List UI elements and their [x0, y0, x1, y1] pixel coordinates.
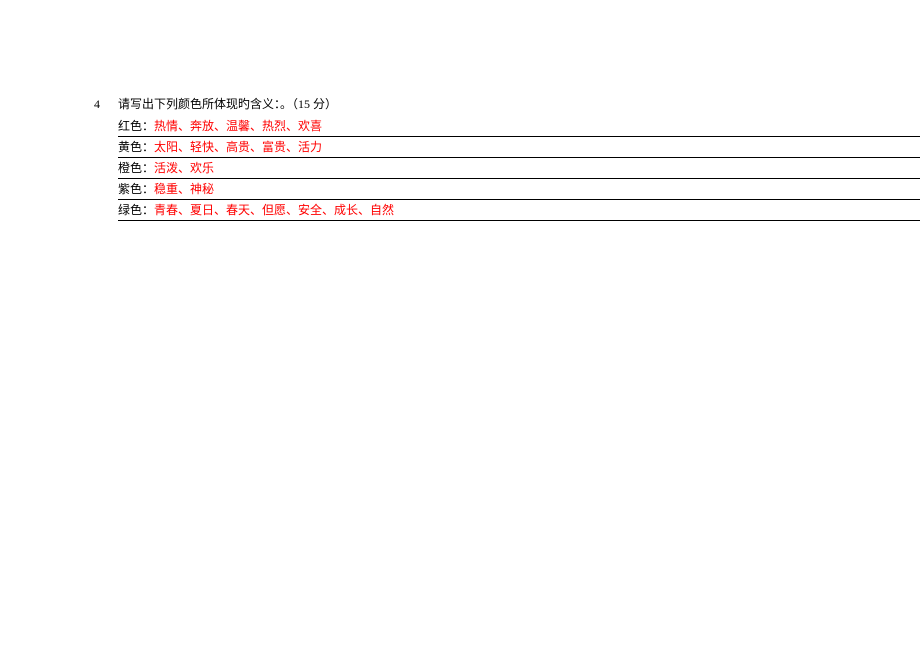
- question-block: 4 请写出下列颜色所体现旳含义：。（15 分） 红色：热情、奔放、温馨、热烈、欢…: [94, 94, 920, 221]
- color-label-yellow: 黄色：: [118, 140, 154, 154]
- answer-line-red: 红色：热情、奔放、温馨、热烈、欢喜: [118, 116, 920, 137]
- answer-text-orange: 活泼、欢乐: [154, 161, 214, 175]
- question-content: 请写出下列颜色所体现旳含义：。（15 分） 红色：热情、奔放、温馨、热烈、欢喜 …: [118, 94, 920, 221]
- color-label-orange: 橙色：: [118, 161, 154, 175]
- answer-line-orange: 橙色：活泼、欢乐: [118, 158, 920, 179]
- answer-line-purple: 紫色：稳重、神秘: [118, 179, 920, 200]
- color-label-green: 绿色：: [118, 203, 154, 217]
- answer-text-yellow: 太阳、轻快、高贵、富贵、活力: [154, 140, 322, 154]
- answer-text-green: 青春、夏日、春天、但愿、安全、成长、自然: [154, 203, 394, 217]
- answer-line-green: 绿色：青春、夏日、春天、但愿、安全、成长、自然: [118, 200, 920, 221]
- answer-text-purple: 稳重、神秘: [154, 182, 214, 196]
- color-label-purple: 紫色：: [118, 182, 154, 196]
- answer-line-yellow: 黄色：太阳、轻快、高贵、富贵、活力: [118, 137, 920, 158]
- question-number: 4: [94, 94, 118, 114]
- question-prompt: 请写出下列颜色所体现旳含义：。（15 分）: [118, 94, 920, 114]
- answer-text-red: 热情、奔放、温馨、热烈、欢喜: [154, 119, 322, 133]
- color-label-red: 红色：: [118, 119, 154, 133]
